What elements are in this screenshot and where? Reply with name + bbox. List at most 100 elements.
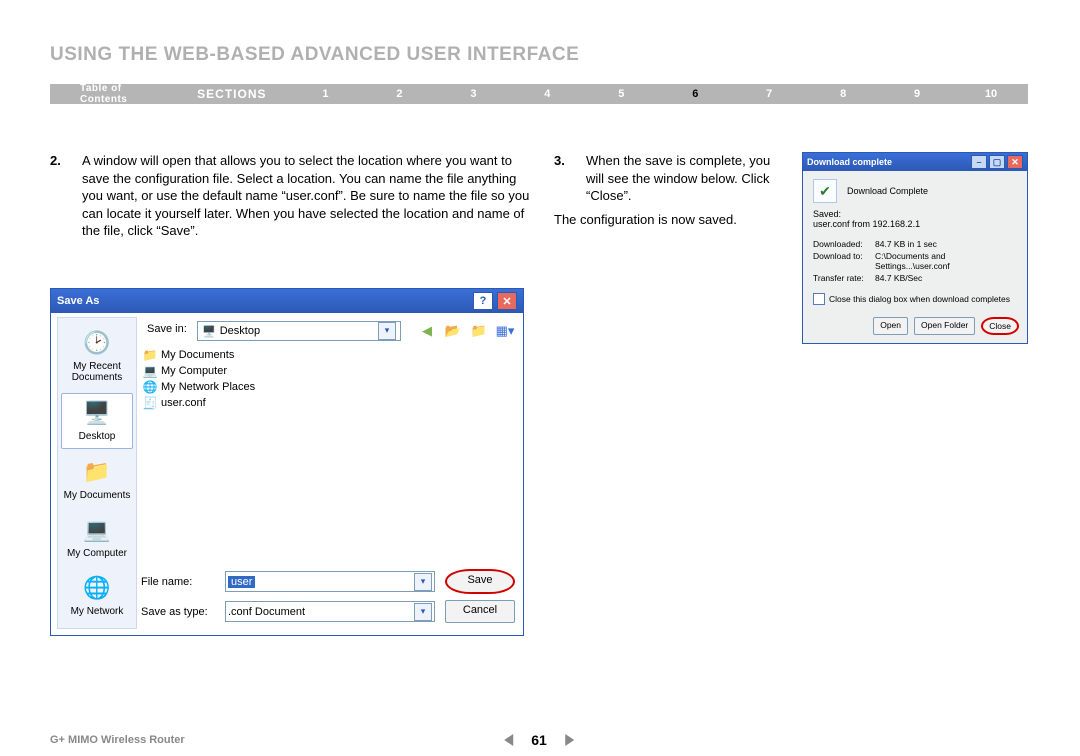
nav-section-2[interactable]: 2: [362, 88, 436, 100]
folder-icon: 📁: [143, 348, 157, 362]
saveas-dialog: Save As ? ✕ Save in: 🖥️ Desktop ▾ ◀ 📂 📁 …: [50, 288, 524, 636]
folder-icon: 📁: [82, 457, 112, 487]
nav-section-9[interactable]: 9: [880, 88, 954, 100]
nav-section-5[interactable]: 5: [584, 88, 658, 100]
savein-dropdown[interactable]: 🖥️ Desktop ▾: [197, 321, 401, 341]
dlc-downloaded-value: 84.7 KB in 1 sec: [875, 239, 1017, 249]
nav-section-7[interactable]: 7: [732, 88, 806, 100]
page-footer: G+ MIMO Wireless Router 61: [50, 734, 1028, 746]
new-folder-icon[interactable]: 📁: [471, 323, 487, 339]
minimize-icon[interactable]: –: [971, 155, 987, 169]
network-icon: 🌐: [82, 573, 112, 603]
nav-section-8[interactable]: 8: [806, 88, 880, 100]
sidebar-item-recent[interactable]: 🕑 My Recent Documents: [62, 324, 132, 389]
step-2-text: A window will open that allows you to se…: [82, 152, 530, 240]
views-icon[interactable]: ▦▾: [497, 323, 513, 339]
dlc-title-text: Download complete: [807, 157, 892, 167]
sidebar-recent-label: My Recent Documents: [62, 361, 132, 383]
sidebar-item-desktop[interactable]: 🖥️ Desktop: [61, 393, 133, 449]
download-complete-dialog: Download complete – ▢ ✕ ✔ Download Compl…: [802, 152, 1028, 344]
nav-section-1[interactable]: 1: [289, 88, 363, 100]
dlc-downloadto-label: Download to:: [813, 251, 875, 271]
file-list[interactable]: 📁 My Documents 💻 My Computer 🌐 My Networ…: [141, 347, 515, 571]
step-2-num: 2.: [50, 152, 70, 240]
dlc-saved-label: Saved:: [813, 209, 1017, 219]
filename-label: File name:: [141, 576, 215, 588]
computer-icon: 💻: [143, 364, 157, 378]
step-3-num: 3.: [554, 152, 574, 205]
file-name: user.conf: [161, 397, 206, 409]
saveas-titlebar[interactable]: Save As ? ✕: [51, 289, 523, 313]
list-item[interactable]: 🌐 My Network Places: [141, 379, 515, 395]
file-icon: 🧾: [143, 396, 157, 410]
network-icon: 🌐: [143, 380, 157, 394]
nav-section-3[interactable]: 3: [436, 88, 510, 100]
saveastype-dropdown[interactable]: .conf Document ▾: [225, 601, 435, 622]
places-bar: 🕑 My Recent Documents 🖥️ Desktop 📁 My Do…: [57, 317, 137, 629]
list-item[interactable]: 🧾 user.conf: [141, 395, 515, 411]
close-icon[interactable]: ✕: [1007, 155, 1023, 169]
nav-section-4[interactable]: 4: [510, 88, 584, 100]
savein-label: Save in:: [147, 323, 187, 335]
saveastype-value: .conf Document: [228, 606, 305, 618]
sidebar-mynet-label: My Network: [62, 606, 132, 617]
list-item[interactable]: 💻 My Computer: [141, 363, 515, 379]
file-name: My Documents: [161, 349, 234, 361]
chevron-down-icon[interactable]: ▾: [378, 322, 396, 340]
nav-sections-label: SECTIONS: [175, 87, 288, 101]
sidebar-mycomp-label: My Computer: [62, 548, 132, 559]
sidebar-item-mycomp[interactable]: 💻 My Computer: [62, 511, 132, 565]
dlc-downloadto-value: C:\Documents and Settings...\user.conf: [875, 251, 1017, 271]
sidebar-item-mydocs[interactable]: 📁 My Documents: [62, 453, 132, 507]
list-item[interactable]: 📁 My Documents: [141, 347, 515, 363]
filename-input[interactable]: user ▾: [225, 571, 435, 592]
dlc-headline: Download Complete: [847, 186, 928, 196]
file-name: My Network Places: [161, 381, 255, 393]
saveastype-label: Save as type:: [141, 606, 215, 618]
chevron-down-icon[interactable]: ▾: [414, 573, 432, 591]
close-button[interactable]: Close: [981, 317, 1019, 335]
saveas-title-text: Save As: [57, 295, 99, 307]
page-number: 61: [531, 732, 547, 748]
up-one-level-icon[interactable]: 📂: [445, 323, 461, 339]
filename-value: user: [228, 576, 255, 588]
open-folder-button[interactable]: Open Folder: [914, 317, 975, 335]
close-icon[interactable]: ✕: [497, 292, 517, 310]
sidebar-desktop-label: Desktop: [62, 431, 132, 442]
prev-page-icon[interactable]: [504, 734, 513, 746]
open-button[interactable]: Open: [873, 317, 908, 335]
nav-toc[interactable]: Table of Contents: [50, 83, 175, 105]
help-icon[interactable]: ?: [473, 292, 493, 310]
next-page-icon[interactable]: [565, 734, 574, 746]
close-when-done-checkbox[interactable]: [813, 293, 825, 305]
back-icon[interactable]: ◀: [419, 323, 435, 339]
dlc-rate-value: 84.7 KB/Sec: [875, 273, 1017, 283]
page-title: USING THE WEB-BASED ADVANCED USER INTERF…: [50, 44, 579, 66]
nav-section-10[interactable]: 10: [954, 88, 1028, 100]
download-complete-icon: ✔: [813, 179, 837, 203]
saveas-bottom: File name: user ▾ Save Save as type: .co…: [141, 569, 515, 629]
desktop-icon: 🖥️: [202, 325, 216, 338]
dlc-saved-value: user.conf from 192.168.2.1: [813, 219, 1017, 229]
nav-section-6[interactable]: 6: [658, 88, 732, 100]
save-button[interactable]: Save: [445, 569, 515, 594]
sidebar-mydocs-label: My Documents: [62, 490, 132, 501]
recent-icon: 🕑: [82, 328, 112, 358]
computer-icon: 💻: [82, 515, 112, 545]
file-name: My Computer: [161, 365, 227, 377]
dlc-rate-label: Transfer rate:: [813, 273, 875, 283]
close-when-done-label: Close this dialog box when download comp…: [829, 294, 1010, 304]
sidebar-item-mynet[interactable]: 🌐 My Network: [62, 569, 132, 623]
step-3: 3. When the save is complete, you will s…: [554, 152, 784, 205]
product-name: G+ MIMO Wireless Router: [50, 734, 185, 746]
step-3-text: When the save is complete, you will see …: [586, 152, 784, 205]
dlc-downloaded-label: Downloaded:: [813, 239, 875, 249]
cancel-button[interactable]: Cancel: [445, 600, 515, 623]
savein-value: Desktop: [220, 325, 260, 337]
desktop-icon: 🖥️: [82, 398, 112, 428]
chevron-down-icon[interactable]: ▾: [414, 603, 432, 621]
maximize-icon[interactable]: ▢: [989, 155, 1005, 169]
step-2: 2. A window will open that allows you to…: [50, 152, 530, 240]
dlc-titlebar[interactable]: Download complete – ▢ ✕: [803, 153, 1027, 171]
section-navbar: Table of Contents SECTIONS 1 2 3 4 5 6 7…: [50, 84, 1028, 104]
